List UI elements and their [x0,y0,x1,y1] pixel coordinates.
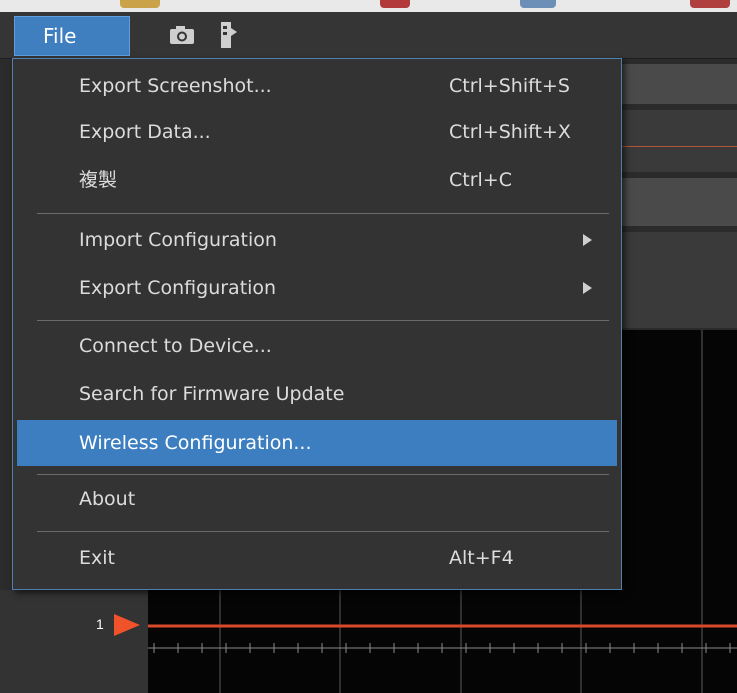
device-icon[interactable] [218,20,240,54]
menu-item-label: Export Screenshot... [79,75,272,97]
submenu-arrow-icon [583,282,592,294]
menu-item-label: Connect to Device... [79,335,272,357]
file-menu-dropdown: Export Screenshot... Ctrl+Shift+S Export… [12,58,622,590]
menu-separator [37,320,609,321]
menu-item-label: Wireless Configuration... [79,432,312,454]
desktop-icon-fragment [520,0,556,8]
menu-item-search-firmware-update[interactable]: Search for Firmware Update [17,371,617,417]
menu-item-shortcut: Ctrl+C [449,169,512,191]
menu-item-label: About [79,488,136,510]
menu-item-label: 複製 [79,169,118,191]
desktop-icon-fragment [380,0,410,8]
menu-item-wireless-configuration[interactable]: Wireless Configuration... [17,420,617,466]
submenu-arrow-icon [583,234,592,246]
menu-item-label: Search for Firmware Update [79,383,345,405]
menu-item-shortcut: Alt+F4 [449,547,514,569]
menu-item-about[interactable]: About [17,476,617,522]
file-menu-button[interactable]: File [14,16,130,56]
menu-separator [37,531,609,532]
channel-label: 1 [96,616,104,632]
desktop-icon-fragment [120,0,160,8]
menu-bar: File [0,12,737,59]
menu-item-label: Exit [79,547,115,569]
menu-item-export-configuration[interactable]: Export Configuration [17,265,617,311]
menu-item-copy[interactable]: 複製 Ctrl+C [17,157,617,203]
menu-item-label: Import Configuration [79,229,277,251]
menu-item-shortcut: Ctrl+Shift+S [449,75,570,97]
menu-item-shortcut: Ctrl+Shift+X [449,121,571,143]
desktop-icon-fragment [690,0,730,8]
menu-item-exit[interactable]: Exit Alt+F4 [17,535,617,581]
menu-item-label: Export Configuration [79,277,277,299]
camera-icon[interactable] [168,24,196,50]
menu-separator [37,474,609,475]
menu-item-export-data[interactable]: Export Data... Ctrl+Shift+X [17,109,617,155]
desktop-edge [0,0,737,12]
menu-item-export-screenshot[interactable]: Export Screenshot... Ctrl+Shift+S [17,63,617,109]
menu-separator [37,213,609,214]
menu-item-import-configuration[interactable]: Import Configuration [17,217,617,263]
channel-marker-icon[interactable] [110,612,144,642]
menu-item-connect-to-device[interactable]: Connect to Device... [17,323,617,369]
menu-item-label: Export Data... [79,121,211,143]
